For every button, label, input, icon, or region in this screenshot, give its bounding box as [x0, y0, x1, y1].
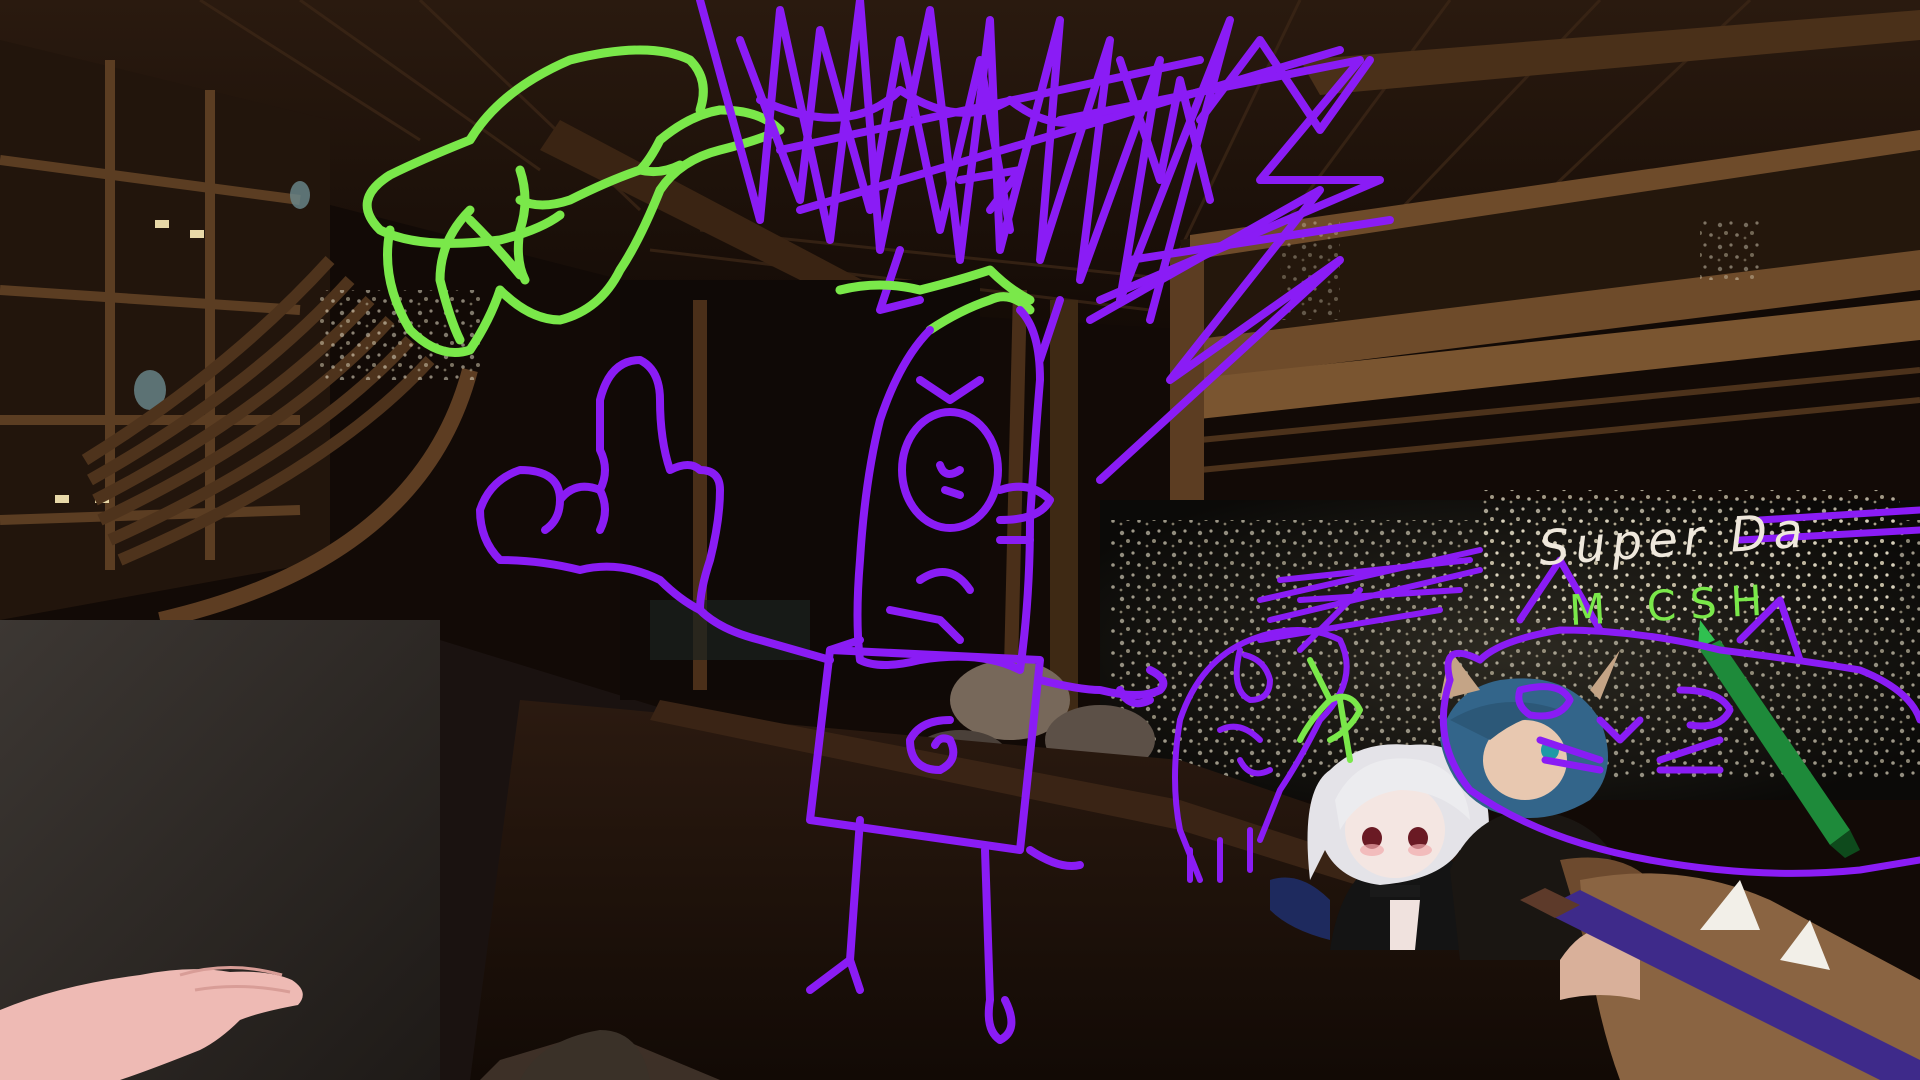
green-headband	[835, 265, 1035, 335]
vr-scene-viewport: Super Da M CSH	[0, 0, 1920, 1080]
green-scribble-top-left	[362, 45, 785, 357]
white-ink-text: Super Da	[1537, 502, 1811, 577]
purple-spiky-scribble	[696, 0, 1394, 484]
purple-figure-drawing	[476, 306, 1168, 1044]
purple-small-figure	[1172, 547, 1483, 883]
ink-drawings-layer: Super Da M CSH	[362, 0, 1920, 1044]
green-ink-text: M CSH	[1568, 575, 1777, 635]
